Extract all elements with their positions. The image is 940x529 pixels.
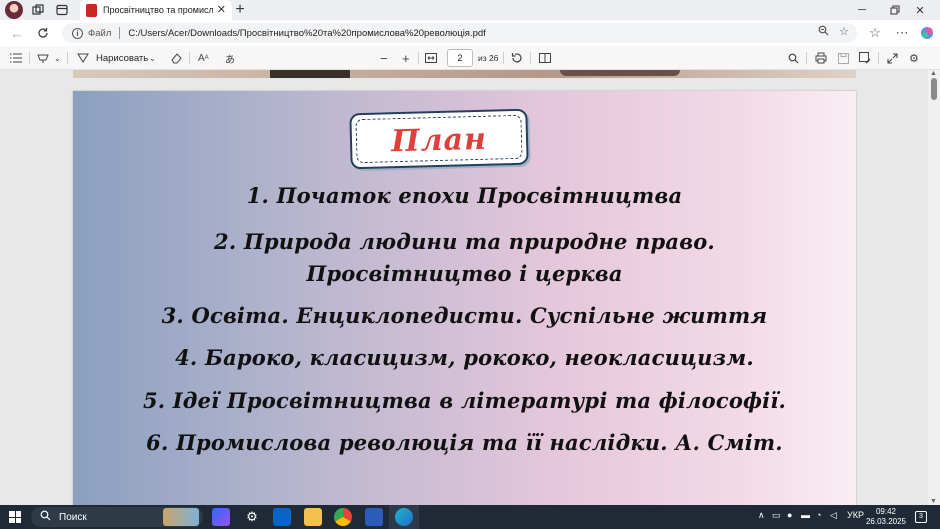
tab-actions-icon[interactable] — [54, 2, 70, 18]
clock[interactable]: 09:42 26.03.2025 — [860, 507, 912, 527]
notifications-badge[interactable]: 3 — [915, 511, 927, 523]
favorites-icon[interactable]: ☆ — [866, 24, 884, 42]
plan-item-continued: Просвітництво і церква — [306, 261, 623, 286]
wifi-icon[interactable]: ◔ — [816, 510, 821, 520]
previous-page-image-fragment — [270, 70, 350, 78]
plan-item: 2. Природа людини та природне право. — [214, 229, 715, 254]
divider — [189, 52, 190, 64]
save-icon[interactable] — [838, 50, 849, 66]
slide-title: План — [390, 121, 488, 160]
page-count: из 26 — [478, 53, 499, 63]
page-view-icon[interactable] — [539, 50, 551, 66]
tray-device-icon[interactable]: ▭ — [772, 510, 781, 521]
divider — [878, 52, 879, 64]
draw-label: Нарисовать — [96, 52, 149, 64]
divider — [67, 52, 68, 64]
tray-overflow-icon[interactable]: ∧ — [758, 510, 765, 521]
profile-avatar[interactable] — [5, 1, 23, 19]
pdf-viewer[interactable]: План 1. Початок епохи Просвітництва 2. П… — [0, 70, 928, 505]
highlight-icon[interactable] — [37, 50, 49, 66]
zoom-in-button[interactable]: + — [402, 50, 410, 66]
fullscreen-icon[interactable] — [887, 50, 898, 66]
zoom-out-button[interactable]: − — [380, 50, 388, 66]
contents-icon[interactable] — [10, 50, 22, 66]
tab-title: Просвітництво та промислова р — [103, 5, 213, 15]
plan-item: 5. Ідеї Просвітництва в літературі та фі… — [142, 388, 787, 413]
word-app-icon[interactable] — [365, 508, 383, 526]
url-text[interactable]: C:/Users/Acer/Downloads/Просвітництво%20… — [128, 28, 485, 39]
chrome-app-icon[interactable] — [334, 508, 352, 526]
print-icon[interactable] — [815, 50, 827, 66]
divider — [530, 52, 531, 64]
close-window-button[interactable]: ✕ — [905, 0, 935, 20]
scroll-up-arrow-icon[interactable]: ▲ — [930, 70, 937, 77]
close-tab-icon[interactable]: ✕ — [217, 3, 226, 16]
highlight-dropdown-icon[interactable]: ⌄ — [54, 50, 61, 66]
file-label: Файл — [88, 27, 112, 39]
file-explorer-icon[interactable] — [304, 508, 322, 526]
plan-item: 1. Початок епохи Просвітництва — [246, 183, 683, 208]
page-number-input[interactable]: 2 — [447, 49, 473, 67]
minimize-button[interactable]: ─ — [847, 0, 877, 20]
new-tab-button[interactable]: + — [232, 1, 248, 18]
read-aloud-icon[interactable]: AA — [198, 50, 209, 66]
workspaces-icon[interactable] — [30, 2, 46, 18]
refresh-icon[interactable] — [34, 24, 52, 42]
zoom-icon[interactable] — [818, 25, 829, 39]
vertical-scrollbar[interactable]: ▲ ▼ — [928, 70, 940, 505]
pdf-page: План 1. Початок епохи Просвітництва 2. П… — [73, 91, 856, 505]
more-menu-icon[interactable]: ⋯ — [893, 24, 911, 42]
edge-app-icon[interactable] — [395, 508, 413, 526]
scroll-down-arrow-icon[interactable]: ▼ — [930, 498, 937, 505]
address-bar-row: ← i Файл C:/Users/Acer/Downloads/Просвіт… — [0, 20, 940, 46]
microphone-icon[interactable]: ● — [787, 510, 792, 520]
fit-page-icon[interactable] — [425, 50, 437, 66]
settings-gear-icon[interactable]: ⚙ — [909, 50, 919, 66]
copilot-icon[interactable] — [918, 24, 936, 42]
divider — [29, 52, 30, 64]
plan-item: 4. Бароко, класицизм, рококо, неокласици… — [175, 345, 754, 370]
divider — [503, 52, 504, 64]
title-frame: План — [349, 108, 529, 170]
draw-dropdown-icon[interactable]: ⌄ — [149, 50, 156, 66]
pdf-file-icon — [86, 3, 97, 17]
draw-icon[interactable] — [77, 50, 89, 66]
settings-app-icon[interactable]: ⚙ — [243, 508, 261, 526]
tab-pdf-document[interactable]: Просвітництво та промислова р ✕ — [80, 0, 232, 20]
divider — [418, 52, 419, 64]
previous-page-image-fragment — [560, 70, 680, 76]
eraser-icon[interactable] — [170, 50, 182, 66]
save-as-icon[interactable] — [859, 50, 871, 66]
windows-taskbar: Поиск ⚙ ∧ ▭ ● ▬ ◔ ◁ УКР 09:42 26.03.2025… — [0, 505, 940, 529]
search-icon[interactable] — [788, 50, 799, 66]
previous-page-bottom — [73, 70, 856, 78]
volume-icon[interactable]: ◁ — [830, 510, 837, 521]
battery-icon[interactable]: ▬ — [801, 510, 810, 520]
plan-item: 3. Освіта. Енциклопедисти. Суспільне жит… — [161, 303, 768, 328]
copilot-app-icon[interactable] — [212, 508, 230, 526]
search-icon — [40, 510, 51, 524]
favorite-star-icon[interactable]: ☆ — [839, 25, 849, 39]
rotate-icon[interactable] — [511, 50, 523, 66]
divider — [806, 52, 807, 64]
tab-strip: Просвітництво та промислова р ✕ + ─ ✕ — [0, 0, 940, 20]
clock-time: 09:42 — [875, 507, 897, 516]
divider — [119, 27, 121, 39]
pdf-toolbar: ⌄ Нарисовать ⌄ AA あ − + 2 из 26 ⚙ — [0, 46, 940, 70]
plan-item: 6. Промислова революція та її наслідки. … — [146, 430, 783, 455]
clock-date: 26.03.2025 — [865, 517, 907, 526]
scrollbar-thumb[interactable] — [931, 78, 937, 100]
back-arrow-icon[interactable]: ← — [8, 24, 26, 42]
draw-button[interactable]: Нарисовать — [96, 50, 148, 66]
info-icon[interactable]: i — [72, 27, 83, 39]
address-bar[interactable]: i Файл C:/Users/Acer/Downloads/Просвітни… — [62, 23, 857, 43]
translate-icon[interactable]: あ — [225, 50, 235, 66]
search-highlight-image — [163, 508, 199, 526]
outlook-app-icon[interactable] — [273, 508, 291, 526]
taskbar-search[interactable]: Поиск — [31, 507, 203, 527]
search-label: Поиск — [59, 511, 87, 523]
windows-start-icon[interactable] — [9, 511, 21, 523]
